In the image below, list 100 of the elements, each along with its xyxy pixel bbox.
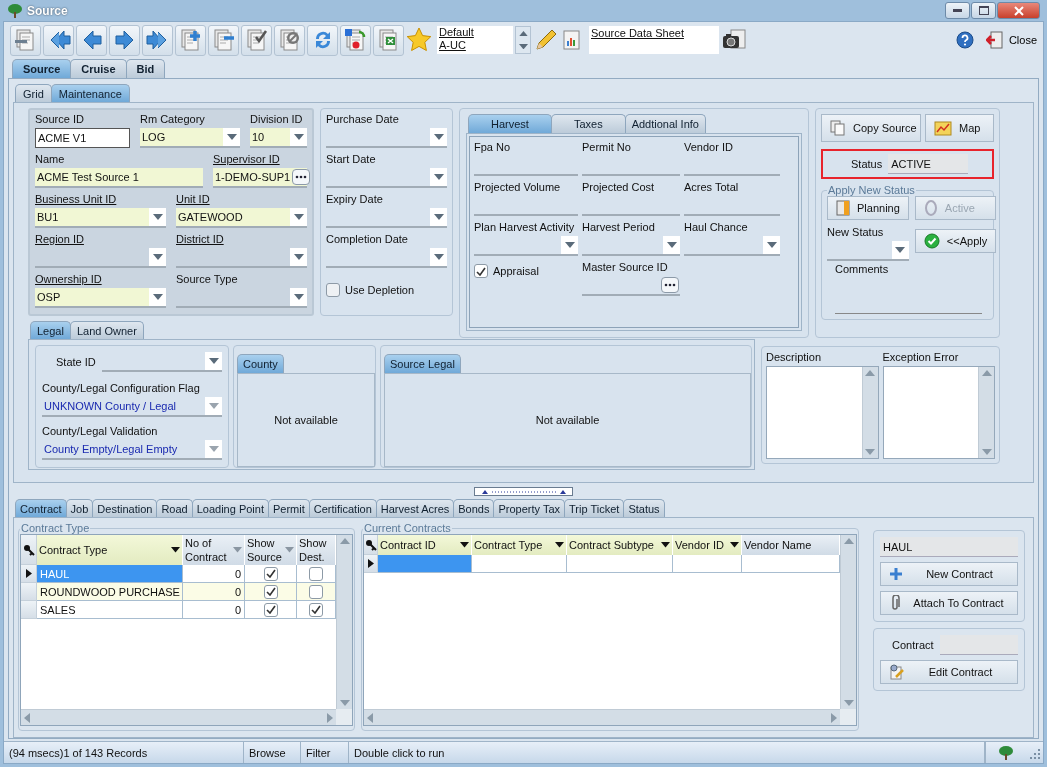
checkbox[interactable]	[474, 264, 488, 278]
field-label[interactable]: Business Unit ID	[35, 191, 166, 208]
tab[interactable]: Maintenance	[50, 84, 130, 102]
contract-button[interactable]: New Contract	[880, 562, 1018, 586]
minimize-button[interactable]	[945, 2, 970, 19]
tab[interactable]: County	[237, 354, 284, 373]
dropdown-field[interactable]: UNKNOWN County / Legal	[42, 397, 222, 417]
checkbox[interactable]	[263, 584, 278, 599]
layout-list[interactable]: Default A-UC	[437, 26, 513, 54]
column-header[interactable]: No of Contract	[183, 535, 245, 565]
edit-contract-button[interactable]: Edit Contract	[880, 660, 1018, 684]
close-button[interactable]: Close	[985, 31, 1037, 49]
checkbox[interactable]	[263, 602, 278, 617]
tab[interactable]: Contract	[15, 499, 67, 517]
column-header[interactable]: Contract Type	[37, 535, 183, 565]
toolbar-button[interactable]	[142, 24, 173, 56]
tab[interactable]: Land Owner	[69, 321, 144, 339]
layout-item[interactable]: Default	[439, 26, 511, 39]
tab[interactable]: Source Legal	[384, 354, 461, 373]
spin-buttons[interactable]	[515, 26, 531, 54]
tab[interactable]: Source	[12, 59, 72, 78]
field-label[interactable]: District ID	[176, 231, 307, 248]
column-header[interactable]: Contract Subtype	[567, 535, 673, 555]
field-label[interactable]: Ownership ID	[35, 271, 166, 288]
tab[interactable]: Property Tax	[493, 499, 566, 517]
dropdown-field[interactable]: OSP	[35, 288, 166, 308]
field-label[interactable]: Region ID	[35, 231, 166, 248]
tab[interactable]: Taxes	[550, 114, 626, 133]
dropdown-field[interactable]	[326, 248, 447, 268]
toolbar-button[interactable]	[10, 24, 41, 56]
checkbox[interactable]	[309, 602, 323, 617]
toolbar-button[interactable]	[175, 24, 206, 56]
tab[interactable]: Cruise	[70, 59, 127, 78]
dropdown-field[interactable]	[684, 236, 780, 256]
checkbox[interactable]	[309, 566, 323, 581]
toolbar-button[interactable]	[76, 24, 107, 56]
horizontal-scrollbar[interactable]	[364, 709, 840, 725]
input-field[interactable]	[582, 276, 680, 296]
dropdown-field[interactable]	[827, 241, 909, 261]
horizontal-scrollbar[interactable]	[21, 709, 336, 725]
input-field[interactable]: ACME Test Source 1	[35, 168, 203, 188]
toolbar-button[interactable]	[241, 24, 272, 56]
dropdown-field[interactable]	[326, 208, 447, 228]
vertical-scrollbar[interactable]	[861, 367, 878, 458]
checkbox[interactable]	[326, 283, 340, 297]
dropdown-field[interactable]	[326, 128, 447, 148]
dropdown-field[interactable]	[474, 236, 578, 256]
toolbar-button[interactable]	[274, 24, 305, 56]
status-button[interactable]: Planning	[827, 196, 909, 220]
dropdown-field[interactable]: BU1	[35, 208, 166, 228]
text-area[interactable]	[882, 366, 995, 459]
toolbar-button[interactable]	[43, 24, 74, 56]
toolbar-button[interactable]	[373, 24, 404, 56]
input-field[interactable]: 1-DEMO-SUP1	[213, 168, 307, 188]
tab[interactable]: Legal	[30, 321, 71, 339]
tab[interactable]: Bid	[125, 59, 166, 78]
apply-button[interactable]: <<Apply	[914, 229, 997, 253]
tab[interactable]: Loading Point	[191, 499, 269, 517]
dropdown-field[interactable]	[101, 352, 222, 372]
column-header[interactable]: Show Dest.	[297, 535, 336, 565]
dropdown-field[interactable]: 10	[250, 128, 307, 148]
maximize-button[interactable]	[971, 2, 996, 19]
splitter-handle[interactable]	[474, 486, 573, 496]
dropdown-field[interactable]	[35, 248, 166, 268]
column-header[interactable]: Vendor Name	[742, 535, 840, 555]
text-area[interactable]	[766, 366, 879, 459]
dropdown-field[interactable]	[176, 288, 307, 308]
dropdown-field[interactable]: GATEWOOD	[176, 208, 307, 228]
tab[interactable]: Addtional Info	[624, 114, 706, 133]
tab[interactable]: Job	[65, 499, 94, 517]
tab[interactable]: Road	[156, 499, 193, 517]
toolbar-button[interactable]	[208, 24, 239, 56]
copy-source-button[interactable]: Copy Source	[821, 114, 921, 142]
dropdown-field[interactable]	[326, 168, 447, 188]
field-label[interactable]: Unit ID	[176, 191, 307, 208]
column-header[interactable]: Vendor ID	[673, 535, 742, 555]
vertical-scrollbar[interactable]	[840, 535, 856, 709]
tab[interactable]: Grid	[15, 84, 52, 102]
dropdown-field[interactable]	[176, 248, 307, 268]
dropdown-field[interactable]: County Empty/Legal Empty	[42, 440, 222, 460]
tab[interactable]: Harvest	[468, 114, 552, 133]
tab[interactable]: Certification	[308, 499, 377, 517]
close-window-button[interactable]	[997, 2, 1040, 19]
tab[interactable]: Trip Ticket	[564, 499, 625, 517]
map-button[interactable]: Map	[925, 114, 994, 142]
checkbox[interactable]	[309, 584, 323, 599]
contract-button[interactable]: Attach To Contract	[880, 591, 1018, 615]
checkbox[interactable]	[263, 566, 278, 581]
vertical-scrollbar[interactable]	[336, 535, 352, 709]
input-field[interactable]: ACME V1	[35, 128, 130, 148]
toolbar-button[interactable]	[109, 24, 140, 56]
toolbar-button[interactable]	[307, 24, 338, 56]
dropdown-field[interactable]	[582, 236, 680, 256]
vertical-scrollbar[interactable]	[978, 367, 994, 458]
tab[interactable]: Status	[623, 499, 665, 517]
tab[interactable]: Permit	[267, 499, 310, 517]
column-header[interactable]: Contract ID	[378, 535, 472, 555]
field-label[interactable]: Supervisor ID	[213, 151, 307, 168]
tab[interactable]: Destination	[92, 499, 158, 517]
column-header[interactable]: Show Source	[245, 535, 297, 565]
